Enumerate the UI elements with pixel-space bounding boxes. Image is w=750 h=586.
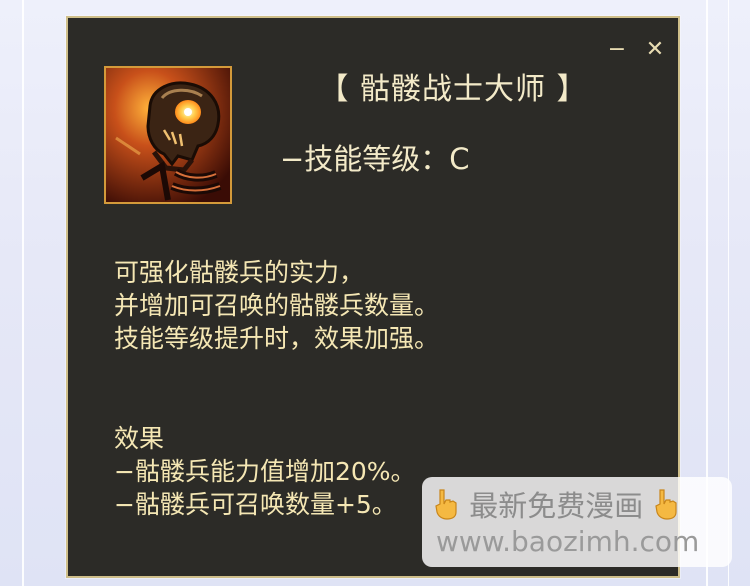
minimize-button[interactable]: − xyxy=(606,37,628,62)
effect-line: −骷髅兵能力值增加20%。 xyxy=(114,457,416,486)
effects-heading: 效果 xyxy=(114,424,165,453)
minimize-icon: − xyxy=(607,37,627,62)
site-watermark: 最新免费漫画 www.baozimh.com xyxy=(422,477,732,567)
watermark-url: www.baozimh.com xyxy=(436,525,700,558)
close-button[interactable]: ✕ xyxy=(644,37,666,62)
description-line: 并增加可召唤的骷髅兵数量。 xyxy=(114,291,440,320)
skill-level: −技能等级：C xyxy=(280,142,470,176)
skeleton-skull-icon xyxy=(106,68,230,202)
description-line: 技能等级提升时，效果加强。 xyxy=(114,324,440,353)
watermark-title: 最新免费漫画 xyxy=(469,489,644,523)
effect-line: −骷髅兵可召唤数量+5。 xyxy=(114,490,397,519)
skill-effects: 效果 −骷髅兵能力值增加20%。 −骷髅兵可召唤数量+5。 xyxy=(114,422,416,521)
skill-icon xyxy=(104,66,232,204)
watermark-title-row: 最新免费漫画 xyxy=(432,483,680,525)
description-line: 可强化骷髅兵的实力， xyxy=(114,258,365,287)
close-icon: ✕ xyxy=(645,37,665,62)
pointing-hand-icon xyxy=(435,489,457,520)
pointing-hand-icon xyxy=(655,489,678,520)
background-streak xyxy=(22,0,24,586)
skill-description: 可强化骷髅兵的实力， 并增加可召唤的骷髅兵数量。 技能等级提升时，效果加强。 xyxy=(114,256,439,355)
skill-title: 【 骷髅战士大师 】 xyxy=(318,72,588,107)
